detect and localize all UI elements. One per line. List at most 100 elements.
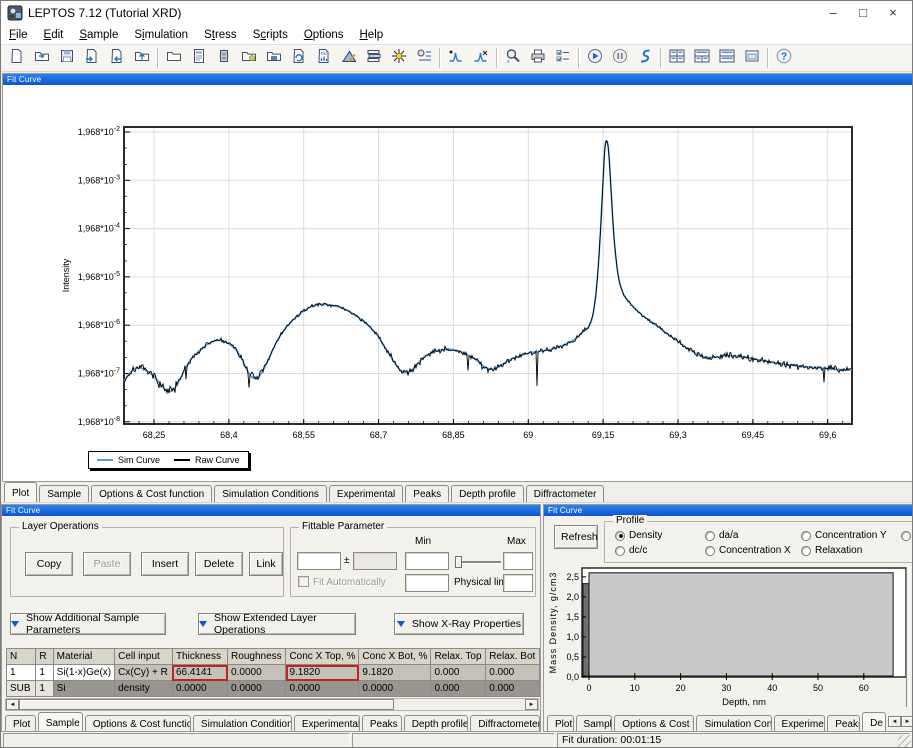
profile-option-m[interactable]: M (901, 530, 913, 541)
tab-plot[interactable]: Plot (4, 482, 37, 502)
profile-option-concentration-x[interactable]: Concentration X (705, 545, 791, 556)
menu-item-sample[interactable]: Sample (71, 27, 126, 43)
toolbar-doc-refresh-button[interactable] (286, 46, 311, 70)
limit-high-input[interactable] (503, 574, 533, 592)
toolbar-burst-button[interactable] (386, 46, 411, 70)
min-input[interactable] (405, 552, 449, 570)
table-cell[interactable]: 0.0000 (228, 665, 286, 681)
toolbar-folder-eq-button[interactable] (261, 46, 286, 70)
tab-peaks[interactable]: Peaks (405, 485, 449, 502)
menu-item-options[interactable]: Options (296, 27, 352, 43)
tab-plot[interactable]: Plot (547, 715, 574, 732)
table-header[interactable]: Material (53, 649, 114, 665)
close-button[interactable]: × (878, 2, 908, 24)
toolbar-device-button[interactable] (211, 46, 236, 70)
tab-options-cost-function[interactable]: Options & Cost function (614, 715, 694, 732)
toolbar-curve-cut-button[interactable] (468, 46, 493, 70)
toolbar-play-button[interactable] (582, 46, 607, 70)
table-cell[interactable]: 0.0000 (359, 681, 431, 697)
parameter-slider[interactable] (455, 561, 501, 563)
toolbar-folder-up-button[interactable] (129, 46, 154, 70)
tab-peaks[interactable]: Peaks (827, 715, 860, 732)
slider-thumb[interactable] (455, 556, 462, 568)
table-cell[interactable]: 0.0000 (286, 681, 359, 697)
profile-option-relaxation[interactable]: Relaxation (801, 545, 862, 556)
table-cell[interactable]: Si (53, 681, 114, 697)
table-cell[interactable]: 9.1820 (359, 665, 431, 681)
show-additional-sample-parameters-button[interactable]: Show Additional Sample Parameters (10, 613, 166, 635)
toolbar-curve-edit-button[interactable] (443, 46, 468, 70)
toolbar-save-import-button[interactable] (79, 46, 104, 70)
menu-item-edit[interactable]: Edit (36, 27, 72, 43)
table-cell[interactable]: 1 (7, 665, 36, 681)
tab-scroll-left[interactable]: ◄ (888, 716, 901, 727)
table-cell[interactable]: 0.0000 (172, 681, 227, 697)
copy-button[interactable]: Copy (25, 552, 73, 576)
toolbar-pause-button[interactable] (607, 46, 632, 70)
toolbar-open-button[interactable] (29, 46, 54, 70)
table-horizontal-scrollbar[interactable]: ◄ ► (5, 698, 539, 711)
tab-experimental[interactable]: Experimental (774, 715, 826, 732)
profile-option-da-a[interactable]: da/a (705, 530, 738, 541)
menu-item-scripts[interactable]: Scripts (245, 27, 296, 43)
tab-sample[interactable]: Sample (39, 485, 89, 502)
table-header[interactable]: Roughness (228, 649, 286, 665)
toolbar-zoom-x-button[interactable]: x (500, 46, 525, 70)
table-header[interactable]: Conc X Top, % (286, 649, 359, 665)
profile-option-density[interactable]: Density (615, 530, 662, 541)
paste-button[interactable]: Paste (83, 552, 131, 576)
table-cell[interactable]: SUB (7, 681, 36, 697)
scroll-right-arrow[interactable]: ► (525, 699, 538, 710)
tab-diffractometer[interactable]: Diffractometer (470, 715, 540, 732)
toolbar-print-button[interactable] (525, 46, 550, 70)
toolbar-tile-wide-button[interactable] (689, 46, 714, 70)
scrollbar-thumb[interactable] (19, 699, 394, 710)
toolbar-new-button[interactable] (4, 46, 29, 70)
profile-option-dc-c[interactable]: dc/c (615, 545, 647, 556)
tab-options-cost-function[interactable]: Options & Cost function (85, 715, 191, 732)
table-cell[interactable]: Cx(Cy) + R (115, 665, 173, 681)
table-cell[interactable]: 0.000 (431, 665, 486, 681)
maximize-button[interactable]: □ (848, 2, 878, 24)
tab-sample[interactable]: Sample (576, 715, 613, 732)
link-button[interactable]: Link (249, 552, 283, 576)
table-cell[interactable]: 0.000 (431, 681, 486, 697)
resize-grip[interactable] (898, 735, 911, 748)
toolbar-layers-button[interactable] (361, 46, 386, 70)
insert-button[interactable]: Insert (141, 552, 189, 576)
toolbar-tile-quad-button[interactable] (664, 46, 689, 70)
tab-experimental[interactable]: Experimental (294, 715, 360, 732)
menu-item-file[interactable]: File (1, 27, 36, 43)
toolbar-help-button[interactable]: ? (771, 46, 796, 70)
tab-simulation-conditions[interactable]: Simulation Conditions (214, 485, 327, 502)
minimize-button[interactable]: – (818, 2, 848, 24)
tab-experimental[interactable]: Experimental (329, 485, 403, 502)
table-cell[interactable]: 1 (36, 665, 53, 681)
toolbar-save-export-button[interactable] (104, 46, 129, 70)
tab-simulation-conditions[interactable]: Simulation Conditions (193, 715, 292, 732)
limit-low-input[interactable] (405, 574, 449, 592)
table-cell[interactable]: 0.0000 (228, 681, 286, 697)
table-cell[interactable]: 66.4141 (172, 665, 227, 681)
tab-depth-profile[interactable]: Depth profile (451, 485, 524, 502)
menu-item-help[interactable]: Help (351, 27, 391, 43)
tab-simulation-conditions[interactable]: Simulation Conditions (696, 715, 771, 732)
toolbar-gear-list-button[interactable] (411, 46, 436, 70)
toolbar-hkl-button[interactable]: hkl (311, 46, 336, 70)
delete-button[interactable]: Delete (195, 552, 243, 576)
table-cell[interactable]: 0.000 (486, 665, 540, 681)
table-cell[interactable]: 1 (36, 681, 53, 697)
tab-sample[interactable]: Sample (38, 712, 83, 732)
toolbar-stress-button[interactable] (632, 46, 657, 70)
table-header[interactable]: Conc X Bot, % (359, 649, 431, 665)
tab-options-cost-function[interactable]: Options & Cost function (91, 485, 212, 502)
menu-item-simulation[interactable]: Simulation (126, 27, 196, 43)
table-header[interactable]: R (36, 649, 53, 665)
max-input[interactable] (503, 552, 533, 570)
table-cell[interactable]: 0.000 (486, 681, 540, 697)
toolbar-document-button[interactable] (186, 46, 211, 70)
fit-automatically-checkbox[interactable] (298, 576, 309, 587)
scroll-left-arrow[interactable]: ◄ (6, 699, 19, 710)
menu-item-stress[interactable]: Stress (196, 27, 245, 43)
parameter-value-input[interactable] (297, 552, 341, 570)
